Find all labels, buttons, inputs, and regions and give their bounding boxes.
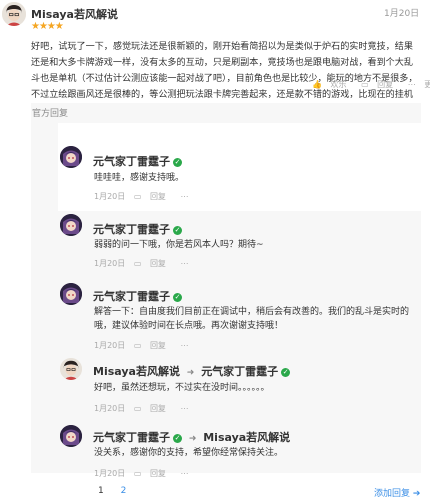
verified-icon: ✓	[173, 225, 182, 235]
reply-date: 1月20日	[94, 259, 126, 268]
reply-text: 哇哇哇，感谢支持哦。	[94, 173, 185, 183]
reply-author[interactable]: 元气家丁雷霆子 ✓ ➜ Misaya若风解说	[93, 429, 290, 445]
reply-text: 没关系，感谢你的支持，希望你经常保持关注。	[94, 448, 284, 458]
more-label: 更多	[424, 80, 430, 89]
like-label: 欢乐	[330, 80, 347, 89]
reply-to[interactable]: Misaya若风解说	[203, 431, 290, 444]
reply-author[interactable]: Misaya若风解说 ➜ 元气家丁雷霆子 ✓	[93, 363, 291, 379]
reply-meta: 1月20日 ▭ 回复 ⋯	[94, 191, 194, 202]
arrow-right-icon: ➔	[412, 489, 421, 499]
comment-icon: ▭	[133, 404, 142, 413]
reviewer-avatar[interactable]	[60, 358, 82, 380]
review-actions: 👍 欢乐 ▭ 回复 ⋯ 更多	[312, 79, 430, 90]
reply-meta: 1月20日 ▭ 回复 ⋯	[94, 258, 194, 269]
reply-button[interactable]: ▭ 回复	[361, 80, 402, 89]
page-1-link[interactable]: 1	[98, 486, 104, 496]
reply-button[interactable]: ▭ 回复	[134, 469, 172, 478]
reply-date: 1月20日	[94, 192, 126, 201]
reply-button[interactable]: ▭ 回复	[134, 259, 172, 268]
reviewer-avatar-image	[60, 358, 82, 380]
comment-icon: ▭	[133, 469, 142, 478]
more-icon[interactable]: ⋯	[180, 404, 188, 413]
review-date: 1月20日	[384, 9, 420, 19]
verified-icon: ✓	[173, 157, 182, 167]
official-replies-title: 官方回复	[32, 109, 69, 119]
developer-avatar-image	[60, 214, 82, 236]
reply-button[interactable]: ▭ 回复	[134, 192, 172, 201]
more-icon[interactable]: ⋯	[180, 259, 188, 268]
add-reply-link[interactable]: 添加回复 ➔	[374, 486, 420, 499]
verified-icon: ✓	[281, 367, 291, 377]
more-icon[interactable]: ⋯	[180, 341, 188, 350]
page-2-link[interactable]: 2	[121, 486, 127, 496]
reply-label: 回复	[377, 80, 394, 89]
reply-text: 解答一下：自由度我们目前正在调试中，稍后会有改善的。我们的乱斗是实时的哦，建议体…	[94, 307, 410, 331]
reply-meta: 1月20日 ▭ 回复 ⋯	[94, 468, 194, 479]
thumb-up-icon: 👍	[312, 80, 322, 89]
arrow-right-icon: ➜	[188, 434, 197, 444]
more-icon[interactable]: ⋯	[180, 469, 188, 478]
developer-avatar[interactable]	[60, 283, 82, 305]
reply-meta: 1月20日 ▭ 回复 ⋯	[94, 340, 194, 351]
reply-meta: 1月20日 ▭ 回复 ⋯	[94, 403, 194, 414]
comment-icon: ▭	[361, 80, 369, 89]
rating-stars: ★★★★	[31, 21, 64, 32]
more-button[interactable]: ⋯ 更多	[408, 80, 430, 89]
developer-avatar[interactable]	[60, 425, 82, 447]
developer-avatar-image	[60, 283, 82, 305]
developer-avatar-image	[60, 146, 82, 168]
reply-button[interactable]: ▭ 回复	[134, 341, 172, 350]
reply-author[interactable]: 元气家丁雷霆子 ✓	[93, 153, 182, 169]
reply-date: 1月20日	[94, 404, 126, 413]
developer-avatar-image	[60, 425, 82, 447]
pagination: 1 2	[98, 486, 140, 496]
arrow-right-icon: ➜	[186, 368, 195, 378]
like-button[interactable]: 👍 欢乐	[312, 80, 355, 89]
reviewer-avatar-image	[2, 2, 26, 26]
more-icon[interactable]: ⋯	[180, 192, 188, 201]
reply-author[interactable]: 元气家丁雷霆子 ✓	[93, 221, 182, 237]
reviewer-avatar[interactable]	[2, 2, 26, 26]
developer-avatar[interactable]	[60, 214, 82, 236]
verified-icon: ✓	[173, 292, 182, 302]
comment-icon: ▭	[133, 192, 142, 201]
reply-text: 弱弱的问一下哦，你是若风本人吗？期待~	[94, 240, 264, 250]
verified-icon: ✓	[173, 433, 182, 443]
reply-button[interactable]: ▭ 回复	[134, 404, 172, 413]
more-icon: ⋯	[407, 80, 416, 89]
reply-date: 1月20日	[94, 469, 126, 478]
reply-text: 好吧，虽然还想玩，不过实在没时间。。。。。。	[94, 383, 270, 393]
reviewer-name[interactable]: Misaya若风解说	[31, 6, 118, 22]
reply-author[interactable]: 元气家丁雷霆子 ✓	[93, 288, 182, 304]
comment-icon: ▭	[133, 259, 142, 268]
reply-date: 1月20日	[94, 341, 126, 350]
comment-icon: ▭	[133, 341, 142, 350]
reply-to[interactable]: 元气家丁雷霆子	[201, 365, 278, 378]
developer-avatar[interactable]	[60, 146, 82, 168]
